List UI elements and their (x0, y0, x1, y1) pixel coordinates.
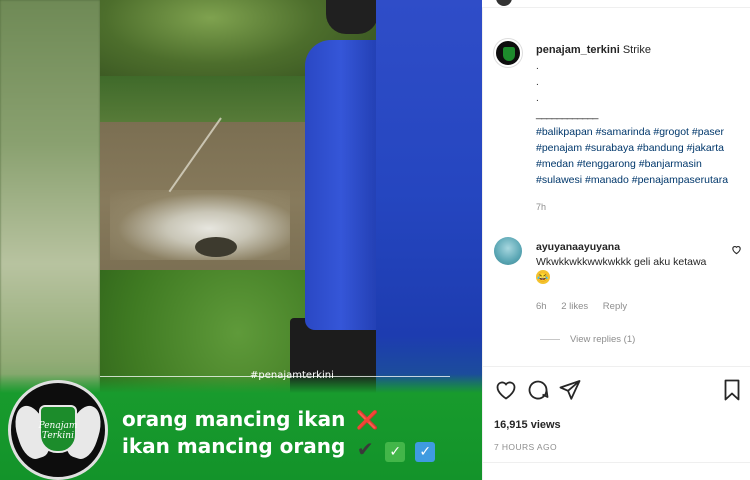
hashtag-link[interactable]: #banjarmasin (639, 158, 702, 170)
comment-meta: 6h 2 likes Reply (536, 301, 639, 312)
hashtag-link[interactable]: #sulawesi (536, 174, 582, 186)
hashtag-link[interactable]: #samarinda (596, 126, 651, 138)
cross-mark-icon: ❌ (356, 410, 379, 431)
bottom-divider (482, 462, 750, 463)
view-replies-button[interactable]: View replies (1) (540, 334, 635, 345)
caption-dot: . (536, 93, 539, 104)
caption-dot: . (536, 77, 539, 88)
view-count[interactable]: 16,915 views (494, 419, 561, 431)
commenter-avatar[interactable] (494, 237, 522, 265)
caption-text: Strike (622, 44, 651, 56)
post-header (482, 0, 750, 8)
hashtag-link[interactable]: #tenggarong (577, 158, 636, 170)
overlay-line-2-text: ikan mancing orang (122, 434, 346, 458)
hashtag-link[interactable]: #balikpapan (536, 126, 593, 138)
post-age: 7 HOURS AGO (494, 442, 557, 452)
check-box-green-icon: ✓ (385, 442, 406, 462)
reply-button[interactable]: Reply (603, 301, 627, 312)
hashtag-link[interactable]: #bandung (637, 142, 684, 154)
comment-likes[interactable]: 2 likes (561, 301, 588, 312)
hashtag-link[interactable]: #medan (536, 158, 574, 170)
action-bar (494, 378, 744, 404)
caption-underline: ____________ (536, 108, 598, 120)
hashtag-link[interactable]: #paser (692, 126, 724, 138)
view-replies-label[interactable]: View replies (1) (570, 334, 635, 345)
hashtag-link[interactable]: #grogot (653, 126, 689, 138)
author-avatar[interactable] (494, 39, 522, 67)
commenter-username[interactable]: ayuyanaayuyana (536, 241, 620, 253)
overlay-line-1: orang mancing ikan ❌ (122, 407, 379, 431)
person-cap (326, 0, 376, 34)
comment-text: Wkwkkwkkwwkwkkk geli aku ketawa (536, 256, 707, 268)
actions-divider (482, 366, 750, 367)
overlay-line-1-text: orang mancing ikan (122, 407, 346, 431)
fish (195, 237, 237, 257)
post-sidebar (482, 0, 750, 480)
person-blue-jacket (305, 40, 376, 330)
caption-dot: . (536, 61, 539, 72)
hashtag-link[interactable]: #penajam (536, 142, 582, 154)
author-username[interactable]: penajam_terkini (536, 44, 620, 56)
channel-logo: Penajam Terkini (8, 380, 108, 480)
logo-text: Penajam Terkini (38, 421, 78, 441)
comment-time: 6h (536, 301, 547, 312)
replies-dash (540, 338, 560, 340)
video-watermark: #penajamterkini (250, 370, 334, 381)
comment-icon[interactable] (526, 378, 550, 402)
check-box-blue-icon: ✓ (415, 442, 436, 462)
hashtag-link[interactable]: #surabaya (585, 142, 634, 154)
hashtag-link[interactable]: #manado (585, 174, 629, 186)
post-timestamp: 7h (536, 202, 547, 212)
hashtag-link[interactable]: #jakarta (687, 142, 724, 154)
hashtag-link[interactable]: #penajampaserutara (632, 174, 728, 186)
overlay-line-2: ikan mancing orang ✔ ✓ ✓ (122, 434, 436, 462)
check-mark-icon: ✔ (356, 437, 374, 461)
post-media[interactable]: #penajamterkini Penajam Terkini orang ma… (0, 0, 482, 480)
bookmark-icon[interactable] (720, 378, 744, 402)
heart-icon[interactable] (494, 378, 518, 402)
laughing-emoji: 😂 (536, 270, 550, 284)
hashtag-list: #balikpapan #samarinda #grogot #paser #p… (536, 124, 748, 188)
share-icon[interactable] (558, 378, 582, 402)
post-caption: penajam_terkini Strike (536, 44, 651, 56)
comment-like-heart-icon[interactable] (731, 244, 742, 258)
